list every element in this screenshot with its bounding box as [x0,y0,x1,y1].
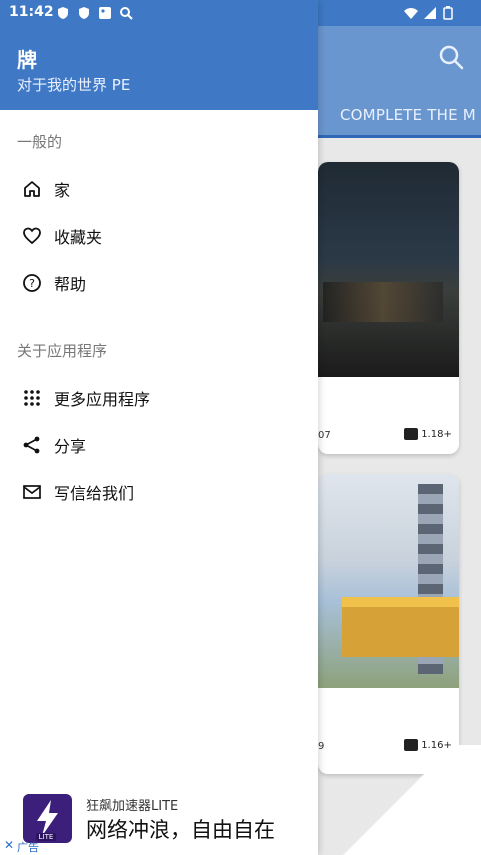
notification-icons [56,5,133,20]
signal-icon [423,5,437,19]
ad-logo-badge: LITE [36,833,56,841]
map-card[interactable]: 9 1.16+ [318,474,459,774]
svg-text:?: ? [29,277,35,290]
map-card[interactable]: 07 1.18+ [318,162,459,454]
section-title-general: 一般的 [17,133,63,151]
tab-indicator [318,135,481,138]
map-thumbnail [318,162,459,377]
menu-item-label: 帮助 [54,275,87,294]
share-icon [21,434,43,456]
menu-item-label: 家 [54,181,71,200]
version-label: 1.18+ [421,429,452,440]
shield-icon [56,5,70,19]
menu-item-write-us[interactable]: 写信给我们 [0,469,318,515]
search-icon [119,5,133,20]
drawer-subtitle: 对于我的世界 PE [17,76,131,94]
close-icon[interactable]: ✕ [4,838,14,852]
image-icon [98,5,112,19]
navigation-drawer: 牌 对于我的世界 PE 一般的 家 收藏夹 ? 帮助 关于应用程序 更多应用程序… [0,0,318,855]
tab-complete[interactable]: COMPLETE THE M [340,106,476,124]
card-meta: 07 [318,430,331,441]
menu-item-help[interactable]: ? 帮助 [0,260,318,306]
drawer-title: 牌 [17,48,37,72]
shield-icon [77,5,91,19]
help-icon: ? [21,272,43,294]
system-icons [403,5,457,20]
status-time: 11:42 [9,4,54,20]
ad-label: 广告 [17,841,39,854]
mail-icon [21,481,43,503]
heart-icon [21,225,43,247]
status-bar: 11:42 [0,0,481,26]
background-fade [318,745,481,855]
apps-grid-icon [21,387,43,409]
ad-slogan[interactable]: 网络冲浪，自由自在 [86,814,275,844]
menu-item-favorites[interactable]: 收藏夹 [0,213,318,259]
menu-item-label: 分享 [54,437,87,456]
wifi-icon [403,5,418,19]
map-thumbnail [318,474,459,688]
battery-icon [443,5,457,20]
version-badge: 1.18+ [404,428,452,440]
section-title-about: 关于应用程序 [17,342,108,360]
search-icon[interactable] [438,44,464,70]
home-icon [21,178,43,200]
menu-item-home[interactable]: 家 [0,166,318,212]
menu-item-share[interactable]: 分享 [0,422,318,468]
menu-item-label: 收藏夹 [54,228,103,247]
menu-item-more-apps[interactable]: 更多应用程序 [0,375,318,421]
menu-item-label: 写信给我们 [54,484,135,503]
menu-item-label: 更多应用程序 [54,390,151,409]
minecraft-icon [404,428,418,440]
ad-app-name[interactable]: 狂飙加速器LITE [86,795,178,814]
